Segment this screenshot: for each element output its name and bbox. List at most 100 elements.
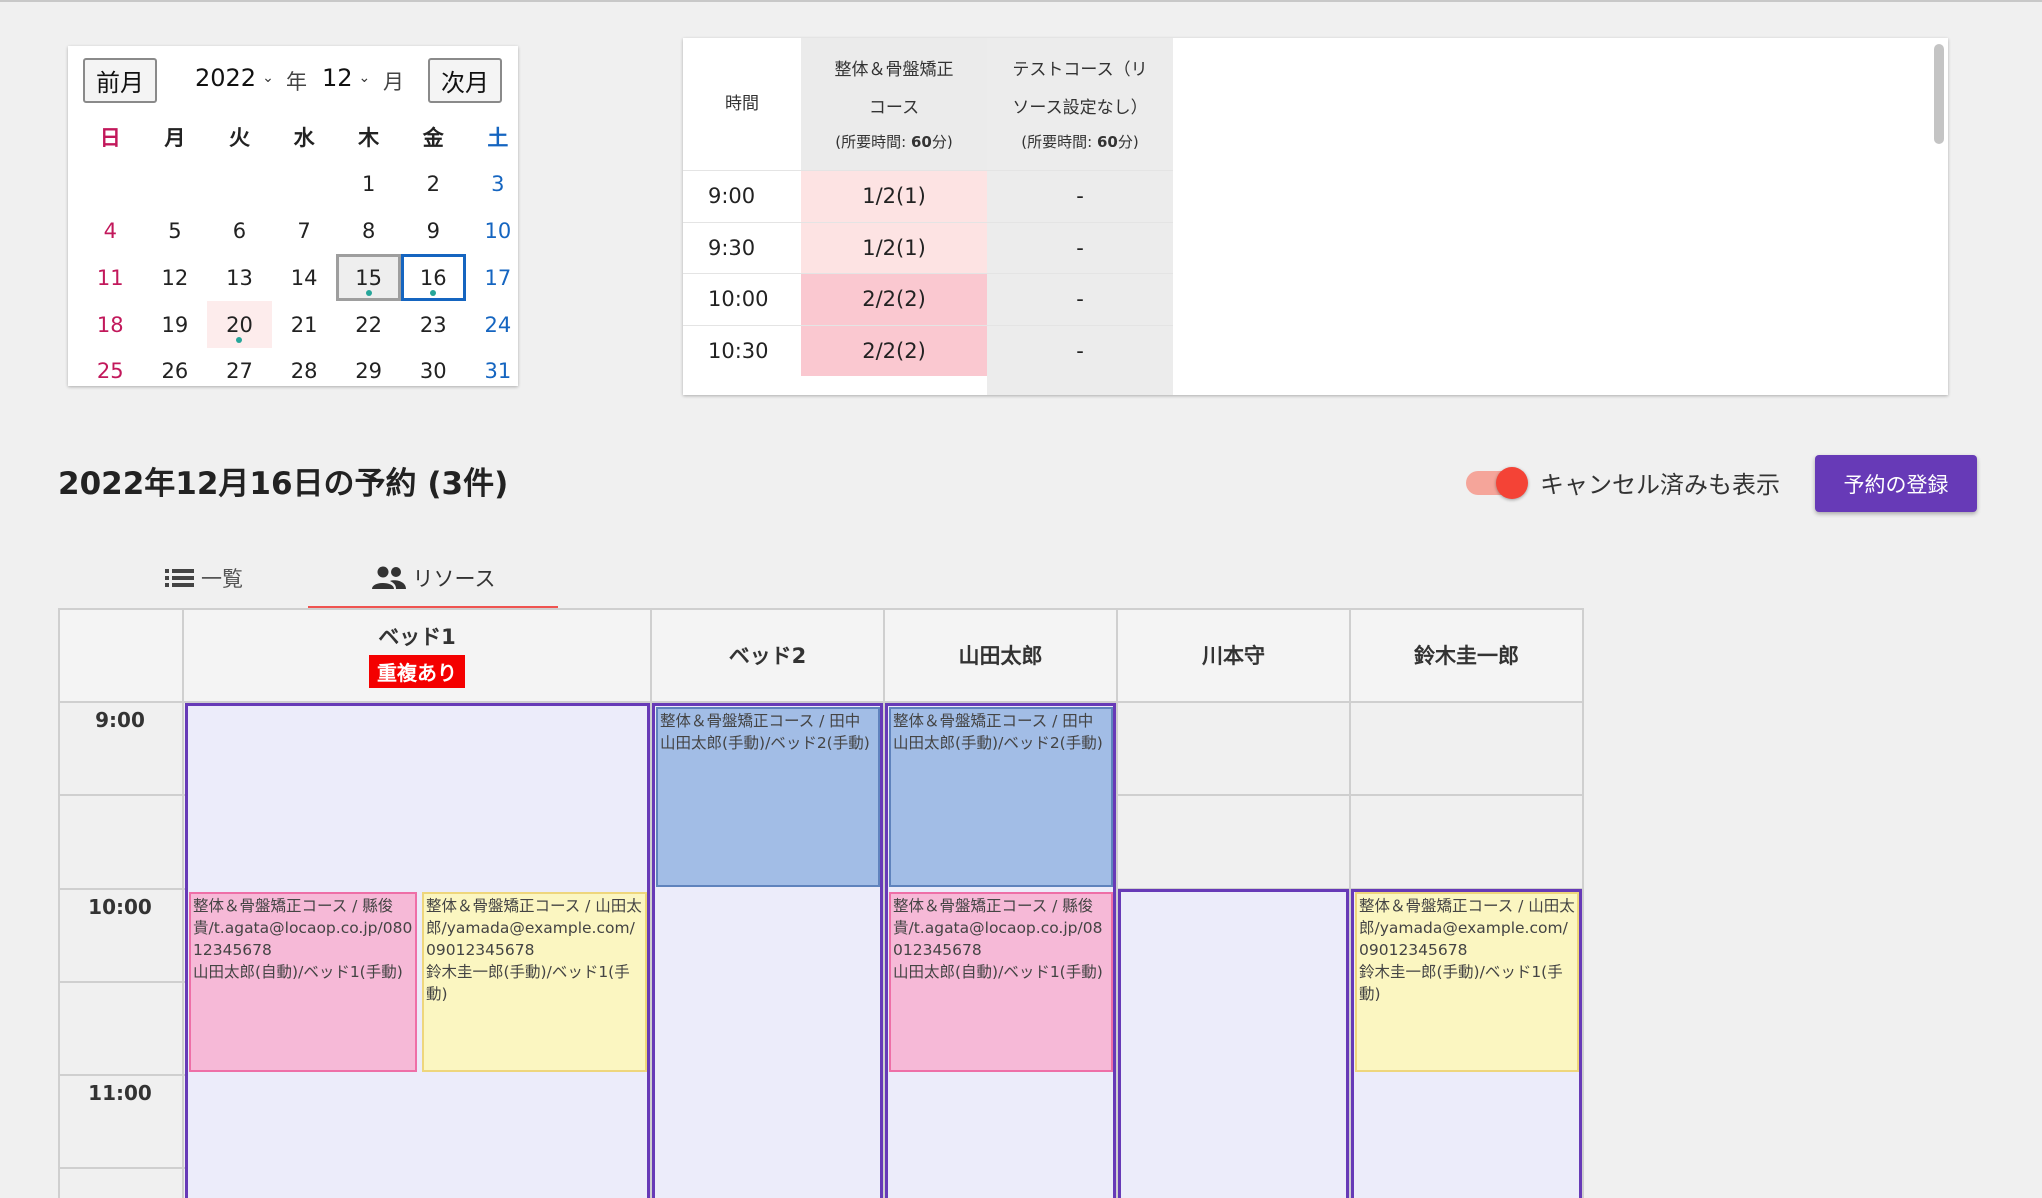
calendar-day[interactable]: 26	[143, 348, 208, 395]
calendar-day[interactable]: 24	[466, 301, 531, 348]
calendar-day[interactable]: 2	[401, 161, 466, 208]
calendar-day[interactable]: 16	[400, 254, 466, 302]
appointment-resources: 鈴木圭一郎(手動)/ベッド1(手動)	[1359, 963, 1563, 1003]
time-label: 11:00	[88, 1081, 152, 1105]
duplicate-badge: 重複あり	[369, 655, 465, 688]
calendar-day[interactable]: 18	[78, 301, 143, 348]
slot-availability[interactable]: 1/2(1)	[801, 221, 987, 273]
calendar-day[interactable]: 9	[401, 208, 466, 255]
resource-header-yamada: 山田太郎	[885, 608, 1116, 701]
slot-availability[interactable]: 2/2(2)	[801, 273, 987, 325]
year-select[interactable]: 2022 ⌄	[195, 64, 274, 92]
show-cancelled-toggle[interactable]	[1466, 467, 1528, 499]
calendar-day[interactable]: 27	[207, 348, 272, 395]
calendar-day[interactable]: 10	[466, 208, 531, 255]
appointment-resources: 山田太郎(手動)/ベッド2(手動)	[660, 734, 870, 752]
weekday-header: 土	[487, 126, 509, 151]
calendar-day[interactable]: 20	[207, 301, 272, 348]
toggle-knob	[1496, 467, 1528, 499]
appointment-card[interactable]: 整体＆骨盤矯正コース / 縣俊貴/t.agata@locaop.co.jp/08…	[889, 892, 1113, 1072]
register-reservation-button[interactable]: 予約の登録	[1815, 455, 1977, 512]
appointment-resources: 鈴木圭一郎(手動)/ベッド1(手動)	[426, 963, 630, 1003]
slot-availability[interactable]: 2/2(2)	[801, 324, 987, 376]
grid-line	[58, 608, 1584, 610]
calendar-day[interactable]: 1	[336, 161, 401, 208]
course-name-line1: テストコース（リ	[1012, 60, 1148, 80]
weekday-header: 日	[99, 126, 121, 151]
appointment-title: 整体＆骨盤矯正コース / 縣俊貴/t.agata@locaop.co.jp/08…	[893, 897, 1103, 959]
calendar-day[interactable]: 12	[143, 254, 208, 301]
calendar-day[interactable]: 15	[336, 254, 401, 302]
resource-name: 鈴木圭一郎	[1414, 643, 1519, 668]
calendar-day[interactable]: 5	[143, 208, 208, 255]
chevron-down-icon: ⌄	[262, 70, 274, 86]
calendar-empty	[207, 161, 272, 208]
appointment-title: 整体＆骨盤矯正コース / 田中	[660, 712, 861, 730]
calendar-day[interactable]: 17	[466, 254, 531, 301]
scrollbar[interactable]	[1934, 44, 1944, 144]
resource-header-bed1: ベッド1 重複あり	[184, 608, 650, 701]
course-duration: (所要時間: 60分)	[835, 133, 953, 151]
weekday-header: 月	[164, 126, 186, 151]
year-value: 2022	[195, 64, 257, 92]
appointment-title: 整体＆骨盤矯正コース / 田中	[893, 712, 1094, 730]
course-column-1: 整体＆骨盤矯正 コース (所要時間: 60分) 1/2(1) 1/2(1) 2/2(…	[801, 38, 987, 376]
slot-availability: -	[987, 221, 1173, 274]
calendar-day[interactable]: 21	[272, 301, 337, 348]
month-unit: 月	[383, 70, 404, 94]
time-label: 9:00	[95, 708, 145, 732]
calendar-day[interactable]: 28	[272, 348, 337, 395]
calendar-day[interactable]: 29	[336, 348, 401, 395]
appointment-card[interactable]: 整体＆骨盤矯正コース / 縣俊貴/t.agata@locaop.co.jp/08…	[189, 892, 417, 1072]
next-month-button[interactable]: 次月	[428, 58, 502, 103]
slot-availability: -	[987, 273, 1173, 325]
calendar-day[interactable]: 25	[78, 348, 143, 395]
calendar-day[interactable]: 6	[207, 208, 272, 255]
resource-schedule-grid: ベッド1 重複あり ベッド2 山田太郎 川本守 鈴木圭一郎 9:00 10:00…	[58, 608, 1586, 1198]
calendar-day[interactable]: 11	[78, 254, 143, 301]
calendar-day[interactable]: 13	[207, 254, 272, 301]
calendar-day[interactable]: 30	[401, 348, 466, 395]
calendar-day[interactable]: 19	[143, 301, 208, 348]
tab-resource-label: リソース	[412, 567, 496, 591]
slot-time: 10:00	[683, 273, 801, 325]
prev-month-button[interactable]: 前月	[83, 58, 157, 103]
weekday-header: 木	[358, 126, 380, 151]
appointment-title: 整体＆骨盤矯正コース / 山田太郎/yamada@example.com/090…	[1359, 897, 1575, 959]
calendar-day[interactable]: 4	[78, 208, 143, 255]
availability-block[interactable]	[1118, 889, 1349, 1198]
resource-name: ベッド2	[728, 643, 807, 668]
tab-resource[interactable]: リソース	[308, 548, 558, 610]
calendar-day[interactable]: 3	[466, 161, 531, 208]
list-icon	[165, 569, 194, 587]
tab-list[interactable]: 一覧	[100, 548, 308, 608]
resource-name: 山田太郎	[958, 643, 1043, 668]
mini-calendar: 前月 2022 ⌄ 年 12 ⌄ 月 次月 日月火水木金土 1 2 3 4 5 6 7 8 9 10…	[68, 46, 518, 386]
time-header: 時間	[725, 94, 759, 114]
calendar-day[interactable]: 7	[272, 208, 337, 255]
appointment-card[interactable]: 整体＆骨盤矯正コース / 田中 山田太郎(手動)/ベッド2(手動)	[656, 707, 880, 887]
calendar-day[interactable]: 8	[336, 208, 401, 255]
appointment-card[interactable]: 整体＆骨盤矯正コース / 田中 山田太郎(手動)/ベッド2(手動)	[889, 707, 1113, 887]
month-select[interactable]: 12 ⌄	[322, 64, 370, 92]
slot-availability[interactable]: 1/2(1)	[801, 170, 987, 222]
corner-header	[58, 608, 182, 701]
appointment-card[interactable]: 整体＆骨盤矯正コース / 山田太郎/yamada@example.com/090…	[422, 892, 647, 1072]
appointment-resources: 山田太郎(自動)/ベッド1(手動)	[193, 963, 403, 981]
calendar-day[interactable]: 23	[401, 301, 466, 348]
resource-header-bed2: ベッド2	[652, 608, 883, 701]
appointment-title: 整体＆骨盤矯正コース / 縣俊貴/t.agata@locaop.co.jp/08…	[193, 897, 413, 959]
slot-time: 9:00	[683, 170, 801, 222]
calendar-day[interactable]: 31	[466, 348, 531, 395]
slot-time: 10:30	[683, 324, 801, 377]
calendar-day[interactable]: 14	[272, 254, 337, 301]
reservation-dot	[430, 290, 437, 297]
calendar-day[interactable]: 22	[336, 301, 401, 348]
top-border	[0, 0, 2042, 2]
appointment-resources: 山田太郎(自動)/ベッド1(手動)	[893, 963, 1103, 981]
resource-header-kawamoto: 川本守	[1118, 608, 1349, 701]
weekday-header: 火	[228, 126, 250, 151]
appointment-card[interactable]: 整体＆骨盤矯正コース / 山田太郎/yamada@example.com/090…	[1355, 892, 1579, 1072]
slot-time: 9:30	[683, 221, 801, 274]
weekday-header: 金	[422, 126, 444, 151]
